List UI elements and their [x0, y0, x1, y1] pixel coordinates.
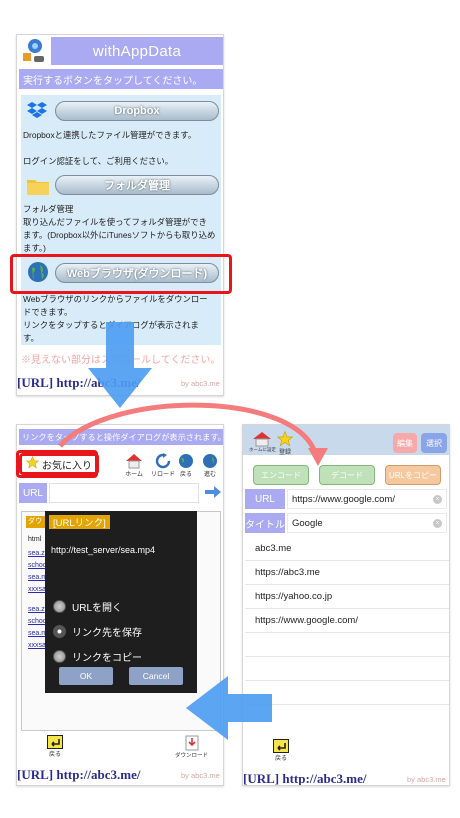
flow-arrows — [58, 322, 328, 740]
down-arrow-icon — [88, 322, 152, 408]
curve-arrow-icon — [58, 402, 319, 457]
tutorial-canvas: { "screen1": { "app_title": "withAppData… — [0, 0, 460, 818]
left-arrow-icon — [186, 676, 272, 740]
